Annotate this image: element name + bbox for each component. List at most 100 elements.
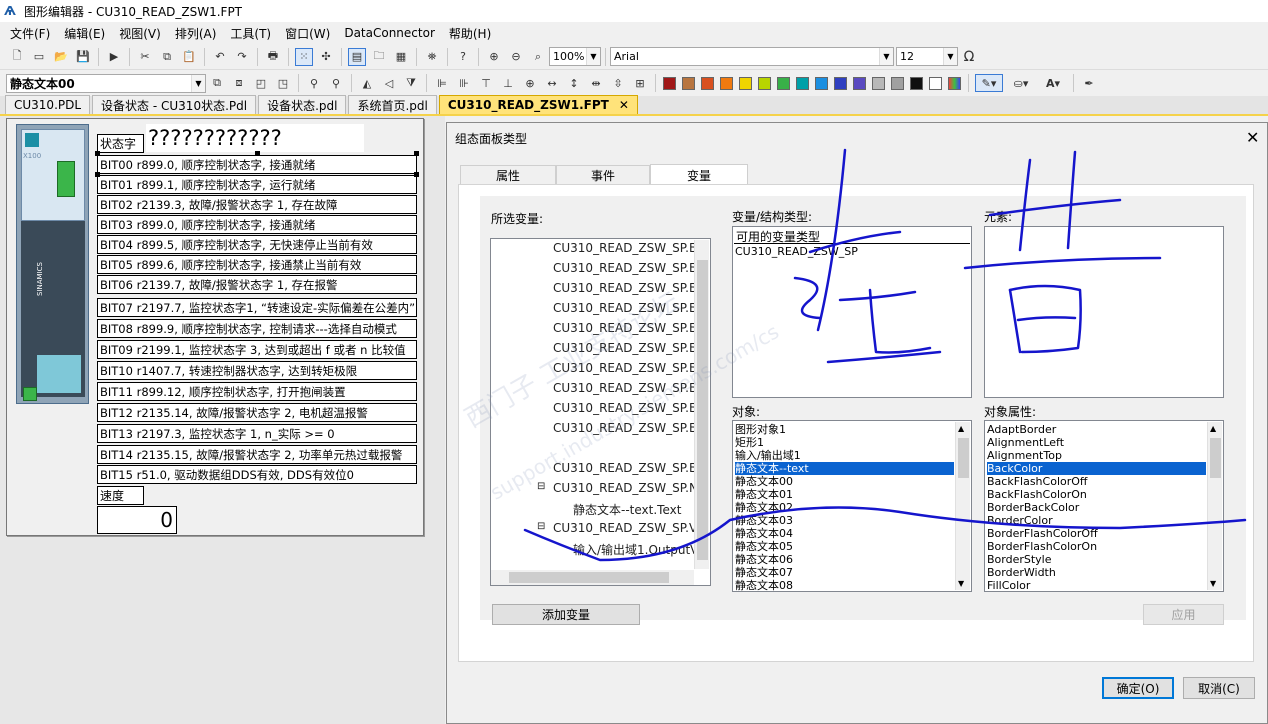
tree-hscroll[interactable] bbox=[491, 570, 694, 585]
prop-item[interactable]: BorderStyle bbox=[987, 553, 1052, 566]
selection-handle[interactable] bbox=[95, 151, 100, 156]
zoom-combo[interactable]: 100% ▼ bbox=[549, 47, 601, 66]
font-combo[interactable]: Arial ▼ bbox=[610, 47, 894, 66]
prop-item[interactable]: AlignmentLeft bbox=[987, 436, 1064, 449]
distribute-h-icon[interactable]: ⇹ bbox=[587, 74, 605, 92]
scroll-thumb[interactable] bbox=[958, 438, 969, 478]
color-swatch[interactable] bbox=[720, 76, 733, 90]
bit-text-00[interactable]: BIT00 r899.0, 顺序控制状态字, 接通就绪 bbox=[97, 155, 417, 174]
align-center-icon[interactable]: ⊪ bbox=[455, 74, 473, 92]
bit-text-12[interactable]: BIT12 r2135.14, 故障/报警状态字 2, 电机超温报警 bbox=[97, 403, 417, 422]
color-swatch[interactable] bbox=[891, 76, 904, 90]
help-pointer-icon[interactable]: ? bbox=[454, 48, 472, 66]
color-swatch[interactable] bbox=[929, 76, 942, 90]
tab-events[interactable]: 事件 bbox=[556, 165, 650, 185]
layers-icon[interactable]: ▤ bbox=[348, 47, 366, 66]
prop-item[interactable]: BorderColor bbox=[987, 514, 1053, 527]
speed-io-field[interactable]: 0 bbox=[97, 506, 177, 534]
wand-icon[interactable]: ⚲ bbox=[305, 74, 323, 92]
menu-arrange[interactable]: 排列(A) bbox=[175, 25, 217, 42]
objects-list[interactable]: 图形对象1 矩形1 输入/输出域1 静态文本--text 静态文本00 静态文本… bbox=[732, 420, 972, 592]
bit-text-05[interactable]: BIT05 r899.6, 顺序控制状态字, 接通禁止当前有效 bbox=[97, 255, 417, 274]
same-height-icon[interactable]: ↕ bbox=[565, 74, 583, 92]
scroll-thumb[interactable] bbox=[697, 260, 708, 560]
object-item[interactable]: 输入/输出域1 bbox=[735, 449, 801, 462]
object-item[interactable]: 静态文本04 bbox=[735, 527, 793, 540]
tab-variables[interactable]: 变量 bbox=[650, 164, 748, 185]
status-word-label[interactable]: 状态字 bbox=[97, 134, 144, 153]
menu-tools[interactable]: 工具(T) bbox=[230, 25, 271, 42]
tab-properties[interactable]: 属性 bbox=[460, 165, 556, 185]
snap-icon[interactable]: ✣ bbox=[317, 48, 335, 66]
bit-text-13[interactable]: BIT13 r2197.3, 监控状态字 1, n_实际 >= 0 bbox=[97, 424, 417, 443]
zoom-in-icon[interactable]: ⊕ bbox=[485, 48, 503, 66]
object-item[interactable]: 静态文本00 bbox=[735, 475, 793, 488]
custom-color-swatch[interactable] bbox=[948, 76, 961, 90]
object-item[interactable]: 静态文本01 bbox=[735, 488, 793, 501]
brush-icon[interactable]: ⚲ bbox=[327, 74, 345, 92]
object-item[interactable]: 静态文本03 bbox=[735, 514, 793, 527]
bit-text-09[interactable]: BIT09 r2199.1, 监控状态字 3, 达到或超出 f 或者 n 比较值 bbox=[97, 340, 417, 359]
rotate-icon[interactable]: ◁ bbox=[380, 74, 398, 92]
chevron-down-icon[interactable]: ▼ bbox=[1210, 579, 1216, 588]
prop-item-selected[interactable]: BackColor bbox=[987, 462, 1206, 475]
paste-icon[interactable]: 📋 bbox=[180, 48, 198, 66]
prop-item[interactable]: BorderWidth bbox=[987, 566, 1056, 579]
align-top-icon[interactable]: ⊤ bbox=[477, 74, 495, 92]
dynamic-wizard-icon[interactable]: ⛯ bbox=[423, 48, 441, 66]
tree-item[interactable]: 输入/输出域1.OutputV bbox=[573, 541, 698, 558]
prop-item[interactable]: BorderFlashColorOff bbox=[987, 527, 1098, 540]
selection-handle[interactable] bbox=[95, 172, 100, 177]
menu-edit[interactable]: 编辑(E) bbox=[64, 25, 105, 42]
object-item[interactable]: 静态文本07 bbox=[735, 566, 793, 579]
same-size-icon[interactable]: ⊞ bbox=[631, 74, 649, 92]
flip-horizontal-icon[interactable]: ◭ bbox=[358, 74, 376, 92]
color-swatch[interactable] bbox=[815, 76, 828, 90]
color-swatch[interactable] bbox=[834, 76, 847, 90]
selected-vars-tree[interactable]: CU310_READ_ZSW_SP.BI CU310_READ_ZSW_SP.B… bbox=[490, 238, 711, 586]
close-tab-icon[interactable]: ✕ bbox=[619, 98, 629, 112]
color-swatch[interactable] bbox=[796, 76, 809, 90]
color-swatch[interactable] bbox=[682, 76, 695, 90]
color-swatch[interactable] bbox=[777, 76, 790, 90]
new-window-icon[interactable]: ▭ bbox=[30, 48, 48, 66]
same-width-icon[interactable]: ↔ bbox=[543, 74, 561, 92]
tree-vscroll[interactable] bbox=[694, 240, 709, 569]
prop-item[interactable]: BackFlashColorOn bbox=[987, 488, 1087, 501]
cancel-button[interactable]: 取消(C) bbox=[1183, 677, 1255, 699]
fill-color-icon[interactable]: ⛀▾ bbox=[1007, 74, 1035, 92]
bit-text-07[interactable]: BIT07 r2197.7, 监控状态字1, “转速设定-实际偏差在公差内” bbox=[97, 298, 417, 317]
color-swatch[interactable] bbox=[910, 76, 923, 90]
object-item-selected[interactable]: 静态文本--text bbox=[735, 462, 954, 475]
tree-item[interactable]: CU310_READ_ZSW_SP.BI bbox=[553, 241, 701, 255]
color-swatch[interactable] bbox=[739, 76, 752, 90]
apply-button[interactable]: 应用 bbox=[1143, 604, 1224, 625]
bit-text-11[interactable]: BIT11 r899.12, 顺序控制状态字, 打开抱闸装置 bbox=[97, 382, 417, 401]
undo-icon[interactable]: ↶ bbox=[211, 48, 229, 66]
var-struct-list[interactable]: 可用的变量类型 CU310_READ_ZSW_SP bbox=[732, 226, 972, 398]
zoom-area-icon[interactable]: ⌕ bbox=[529, 48, 547, 66]
cut-icon[interactable]: ✂ bbox=[136, 48, 154, 66]
prop-item[interactable]: AlignmentTop bbox=[987, 449, 1062, 462]
font-size-combo[interactable]: 12 ▼ bbox=[896, 47, 958, 66]
elements-list[interactable] bbox=[984, 226, 1224, 398]
align-bottom-icon[interactable]: ⊥ bbox=[499, 74, 517, 92]
tree-item[interactable]: CU310_READ_ZSW_SP.Ve bbox=[553, 521, 704, 535]
prop-item[interactable]: BackFlashColorOff bbox=[987, 475, 1088, 488]
bit-text-14[interactable]: BIT14 r2135.15, 故障/报警状态字 2, 功率单元热过载报警 bbox=[97, 445, 417, 464]
object-item[interactable]: 静态文本08 bbox=[735, 579, 793, 591]
chevron-up-icon[interactable]: ▲ bbox=[958, 424, 964, 433]
object-item[interactable]: 图形对象1 bbox=[735, 423, 786, 436]
bit-text-06[interactable]: BIT06 r2139.7, 故障/报警状态字 1, 存在报警 bbox=[97, 275, 417, 294]
ok-button[interactable]: 确定(O) bbox=[1102, 677, 1174, 699]
flip-vertical-icon[interactable]: ⧩ bbox=[402, 74, 420, 92]
print-icon[interactable]: 🖶 bbox=[264, 48, 282, 66]
new-file-icon[interactable]: 🗋 bbox=[8, 48, 26, 66]
tree-collapse-icon[interactable]: ⊟ bbox=[537, 521, 545, 532]
font-color-icon[interactable]: A▾ bbox=[1039, 74, 1067, 92]
object-item[interactable]: 静态文本06 bbox=[735, 553, 793, 566]
tree-item[interactable]: CU310_READ_ZSW_SP.BI bbox=[553, 461, 701, 475]
menu-view[interactable]: 视图(V) bbox=[119, 25, 161, 42]
speed-label[interactable]: 速度 bbox=[97, 486, 144, 505]
prop-item[interactable]: FillColor bbox=[987, 579, 1030, 591]
